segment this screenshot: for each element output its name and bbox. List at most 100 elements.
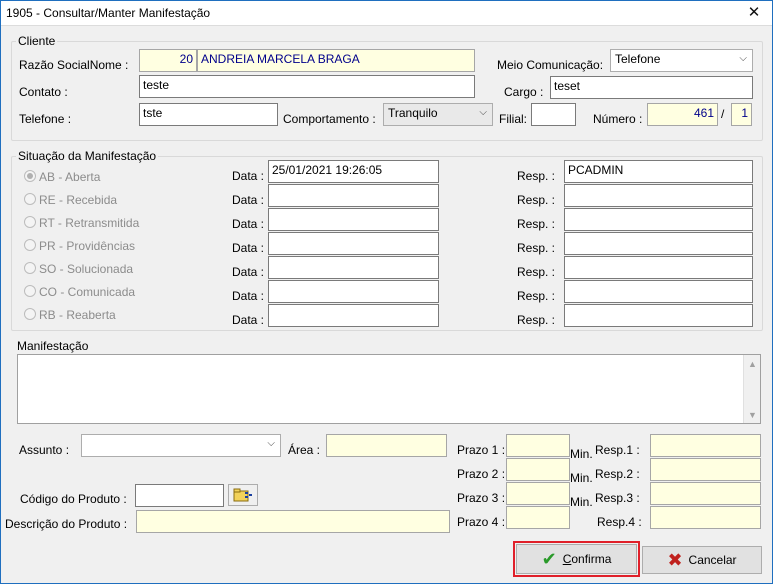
status-label-solucionada: SO - Solucionada bbox=[39, 262, 134, 276]
resp-label: Resp. : bbox=[517, 241, 556, 255]
radio-recebida[interactable] bbox=[24, 193, 36, 205]
numero-field[interactable]: 461 bbox=[647, 103, 718, 126]
assunto-select[interactable]: ⌵ bbox=[81, 434, 281, 457]
cancelar-button[interactable]: ✖ Cancelar bbox=[642, 546, 762, 574]
radio-retransmitida[interactable] bbox=[24, 216, 36, 228]
browse-product-button[interactable] bbox=[228, 484, 258, 506]
data-field-providencias[interactable] bbox=[268, 232, 439, 255]
cliente-group-label: Cliente bbox=[16, 34, 58, 48]
razao-social-code-field[interactable]: 20 bbox=[139, 49, 197, 72]
codigo-produto-field[interactable] bbox=[135, 484, 224, 507]
resp-1-field[interactable] bbox=[650, 434, 761, 457]
prazo-label: Prazo 2 : bbox=[457, 467, 506, 481]
radio-reaberta[interactable] bbox=[24, 308, 36, 320]
dialog-window: 1905 - Consultar/Manter Manifestação ✕ C… bbox=[0, 0, 773, 584]
comportamento-value: Tranquilo bbox=[388, 106, 438, 120]
prazo-unit: Min. bbox=[570, 495, 593, 509]
resp-label: Resp. : bbox=[517, 289, 556, 303]
filial-field[interactable] bbox=[531, 103, 576, 126]
comportamento-select[interactable]: Tranquilo ⌵ bbox=[383, 103, 493, 126]
cargo-label: Cargo : bbox=[504, 85, 544, 99]
resp-field-recebida[interactable] bbox=[564, 184, 753, 207]
area-label: Área : bbox=[288, 443, 321, 457]
resp-field-reaberta[interactable] bbox=[564, 304, 753, 327]
cancelar-button-label: Cancelar bbox=[688, 553, 737, 567]
confirma-button[interactable]: ✔ Confirma bbox=[516, 544, 637, 574]
resp-n-label: Resp.1 : bbox=[595, 443, 640, 457]
prazo-unit: Min. bbox=[570, 447, 593, 461]
resp-n-label: Resp.4 : bbox=[597, 515, 642, 529]
checkmark-icon: ✔ bbox=[541, 548, 557, 569]
filial-label: Filial: bbox=[499, 112, 528, 126]
resp-label: Resp. : bbox=[517, 193, 556, 207]
prazo-3-field[interactable] bbox=[506, 482, 570, 505]
descricao-produto-label: Descrição do Produto : bbox=[5, 517, 128, 531]
telefone-label: Telefone : bbox=[19, 112, 72, 126]
resp-field-solucionada[interactable] bbox=[564, 256, 753, 279]
radio-solucionada[interactable] bbox=[24, 262, 36, 274]
data-label: Data : bbox=[232, 241, 265, 255]
status-label-aberta: AB - Aberta bbox=[39, 170, 101, 184]
comportamento-label: Comportamento : bbox=[283, 112, 376, 126]
radio-providencias[interactable] bbox=[24, 239, 36, 251]
scroll-down-icon: ▼ bbox=[748, 410, 757, 420]
numero-seq-field[interactable]: 1 bbox=[731, 103, 752, 126]
razao-social-label: Razão SocialNome : bbox=[19, 58, 129, 72]
data-field-aberta[interactable]: 25/01/2021 19:26:05 bbox=[268, 160, 439, 183]
chevron-down-icon: ⌵ bbox=[739, 53, 747, 64]
descricao-produto-field[interactable] bbox=[136, 510, 450, 533]
data-label: Data : bbox=[232, 265, 265, 279]
resp-label: Resp. : bbox=[517, 313, 556, 327]
status-label-reaberta: RB - Reaberta bbox=[39, 308, 116, 322]
folder-search-icon bbox=[233, 488, 252, 502]
resp-field-comunicada[interactable] bbox=[564, 280, 753, 303]
title-bar: 1905 - Consultar/Manter Manifestação ✕ bbox=[1, 1, 772, 26]
resp-label: Resp. : bbox=[517, 217, 556, 231]
assunto-label: Assunto : bbox=[19, 443, 70, 457]
x-icon: ✖ bbox=[667, 549, 683, 570]
numero-label: Número : bbox=[593, 112, 643, 126]
window-title: 1905 - Consultar/Manter Manifestação bbox=[6, 6, 211, 20]
data-field-recebida[interactable] bbox=[268, 184, 439, 207]
manifestacao-textarea[interactable]: ▲ ▼ bbox=[17, 354, 761, 424]
confirma-button-label: Confirma bbox=[562, 552, 612, 566]
radio-aberta[interactable] bbox=[24, 170, 36, 182]
resp-label: Resp. : bbox=[517, 169, 556, 183]
codigo-produto-label: Código do Produto : bbox=[20, 492, 127, 506]
meio-comunicacao-select[interactable]: Telefone ⌵ bbox=[610, 49, 753, 72]
cargo-field[interactable]: teset bbox=[550, 76, 753, 99]
close-button[interactable]: ✕ bbox=[742, 2, 766, 24]
prazo-label: Prazo 1 : bbox=[457, 443, 506, 457]
prazo-label: Prazo 3 : bbox=[457, 491, 506, 505]
data-label: Data : bbox=[232, 313, 265, 327]
meio-comunicacao-value: Telefone bbox=[615, 52, 661, 66]
chevron-down-icon: ⌵ bbox=[267, 438, 275, 449]
data-field-reaberta[interactable] bbox=[268, 304, 439, 327]
prazo-label: Prazo 4 : bbox=[457, 515, 506, 529]
data-field-solucionada[interactable] bbox=[268, 256, 439, 279]
resp-n-label: Resp.3 : bbox=[595, 491, 640, 505]
resp-field-retransmitida[interactable] bbox=[564, 208, 753, 231]
prazo-2-field[interactable] bbox=[506, 458, 570, 481]
resp-3-field[interactable] bbox=[650, 482, 761, 505]
razao-social-name-field[interactable]: ANDREIA MARCELA BRAGA bbox=[197, 49, 475, 72]
status-label-providencias: PR - Providências bbox=[39, 239, 136, 253]
status-label-comunicada: CO - Comunicada bbox=[39, 285, 136, 299]
resp-label: Resp. : bbox=[517, 265, 556, 279]
resp-field-providencias[interactable] bbox=[564, 232, 753, 255]
prazo-unit: Min. bbox=[570, 471, 593, 485]
telefone-field[interactable]: tste bbox=[139, 103, 278, 126]
radio-comunicada[interactable] bbox=[24, 285, 36, 297]
resp-field-aberta[interactable]: PCADMIN bbox=[564, 160, 753, 183]
data-label: Data : bbox=[232, 169, 265, 183]
data-label: Data : bbox=[232, 193, 265, 207]
memo-scrollbar[interactable]: ▲ ▼ bbox=[743, 355, 760, 423]
area-field[interactable] bbox=[326, 434, 447, 457]
prazo-4-field[interactable] bbox=[506, 506, 570, 529]
data-field-retransmitida[interactable] bbox=[268, 208, 439, 231]
prazo-1-field[interactable] bbox=[506, 434, 570, 457]
contato-field[interactable]: teste bbox=[139, 75, 475, 98]
data-field-comunicada[interactable] bbox=[268, 280, 439, 303]
resp-4-field[interactable] bbox=[650, 506, 761, 529]
resp-2-field[interactable] bbox=[650, 458, 761, 481]
